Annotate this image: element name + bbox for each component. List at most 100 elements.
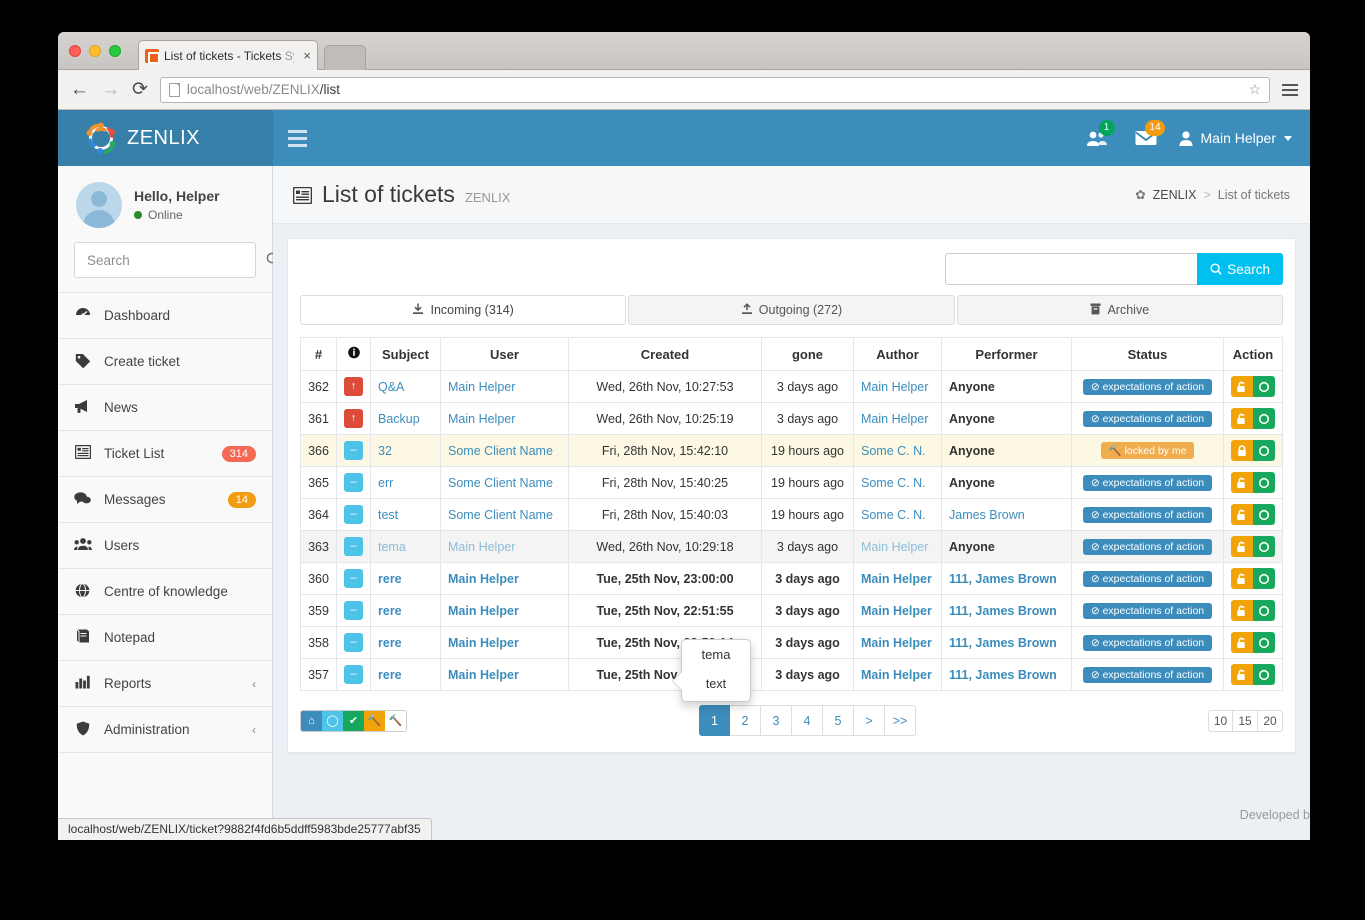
search-input[interactable] — [85, 251, 266, 269]
user-link[interactable]: Main Helper — [448, 412, 515, 426]
subject-cell[interactable]: rere — [370, 626, 441, 659]
sidebar-item-administration[interactable]: Administration ‹ — [58, 707, 272, 753]
action-cell[interactable] — [1223, 370, 1283, 403]
author-link[interactable]: Some C. N. — [861, 508, 926, 522]
page-button[interactable]: 5 — [823, 705, 854, 736]
author-cell[interactable]: Some C. N. — [853, 434, 942, 467]
performer-value[interactable]: 111, James Brown — [949, 572, 1057, 586]
sidebar-item-ticket-list[interactable]: Ticket List 314 — [58, 431, 272, 477]
unlock-icon[interactable] — [1231, 600, 1253, 621]
page-button[interactable]: 2 — [730, 705, 761, 736]
action-cell[interactable] — [1223, 594, 1283, 627]
author-cell[interactable]: Main Helper — [853, 370, 942, 403]
user-link[interactable]: Main Helper — [448, 604, 519, 618]
sidebar-item-users[interactable]: Users — [58, 523, 272, 569]
subject-cell[interactable]: rere — [370, 562, 441, 595]
performer-cell[interactable]: Anyone — [941, 466, 1072, 499]
unlock-icon[interactable] — [1231, 376, 1253, 397]
subject-cell[interactable]: 32 — [370, 434, 441, 467]
table-row[interactable]: 357– rere Main Helper Tue, 25th Nov, 22:49:… — [300, 658, 1283, 691]
unlock-icon[interactable] — [1231, 472, 1253, 493]
performer-value[interactable]: James Brown — [949, 508, 1025, 522]
user-cell[interactable]: Main Helper — [440, 626, 569, 659]
user-link[interactable]: Main Helper — [448, 636, 519, 650]
column-header[interactable]: Subject — [370, 337, 441, 371]
page-size-option[interactable]: 15 — [1233, 709, 1258, 732]
tab-archive[interactable]: Archive — [956, 295, 1283, 325]
column-header[interactable]: Author — [853, 337, 942, 371]
unlock-icon[interactable] — [1231, 664, 1253, 685]
subject-link[interactable]: rere — [378, 636, 402, 650]
new-tab-button[interactable] — [324, 45, 366, 70]
window-controls[interactable] — [69, 45, 121, 57]
circle-action-icon[interactable] — [1253, 472, 1275, 493]
author-cell[interactable]: Main Helper — [853, 402, 942, 435]
user-cell[interactable]: Some Client Name — [440, 434, 569, 467]
circle-action-icon[interactable] — [1253, 440, 1275, 461]
performer-value[interactable]: Anyone — [949, 444, 995, 458]
author-link[interactable]: Some C. N. — [861, 476, 926, 490]
browser-menu-icon[interactable] — [1282, 83, 1298, 96]
action-cell[interactable] — [1223, 530, 1283, 563]
unlock-icon[interactable] — [1231, 408, 1253, 429]
back-button[interactable]: ← — [70, 80, 89, 99]
user-cell[interactable]: Main Helper — [440, 594, 569, 627]
close-tab-icon[interactable]: × — [299, 48, 311, 63]
user-cell[interactable]: Some Client Name — [440, 466, 569, 499]
breadcrumb-home[interactable]: ZENLIX — [1153, 188, 1197, 202]
sidebar-item-messages[interactable]: Messages 14 — [58, 477, 272, 523]
subject-cell[interactable]: Backup — [370, 402, 441, 435]
unlock-icon[interactable] — [1231, 632, 1253, 653]
author-link[interactable]: Main Helper — [861, 540, 928, 554]
author-link[interactable]: Some C. N. — [861, 444, 926, 458]
column-header[interactable]: Action — [1223, 337, 1283, 371]
action-cell[interactable] — [1223, 466, 1283, 499]
column-header[interactable]: Status — [1071, 337, 1224, 371]
column-header[interactable]: Created — [568, 337, 762, 371]
close-window-button[interactable] — [69, 45, 81, 57]
user-cell[interactable]: Main Helper — [440, 402, 569, 435]
minimize-window-button[interactable] — [89, 45, 101, 57]
ticket-search-input[interactable] — [945, 253, 1198, 285]
table-row[interactable]: 358– rere Main Helper Tue, 25th Nov, 22:50:… — [300, 626, 1283, 659]
bookmark-star-icon[interactable]: ☆ — [1248, 81, 1261, 98]
sidebar-item-reports[interactable]: Reports ‹ — [58, 661, 272, 707]
performer-value[interactable]: 111, James Brown — [949, 604, 1057, 618]
legend-hammer-outline-icon[interactable]: 🔨 — [385, 710, 406, 731]
legend-home-icon[interactable]: ⌂ — [301, 710, 322, 731]
sidebar-search-box[interactable] — [74, 242, 280, 278]
tab-outgoing[interactable]: Outgoing (272) — [628, 295, 955, 325]
subject-cell[interactable]: err — [370, 466, 441, 499]
column-header[interactable]: Performer — [941, 337, 1072, 371]
reload-button[interactable]: ⟳ — [132, 80, 148, 99]
user-cell[interactable]: Main Helper — [440, 658, 569, 691]
sidebar-item-notepad[interactable]: Notepad — [58, 615, 272, 661]
performer-value[interactable]: 111, James Brown — [949, 636, 1057, 650]
user-link[interactable]: Some Client Name — [448, 476, 553, 490]
performer-cell[interactable]: Anyone — [941, 530, 1072, 563]
circle-action-icon[interactable] — [1253, 376, 1275, 397]
page-button[interactable]: 3 — [761, 705, 792, 736]
table-row[interactable]: 360– rere Main Helper Tue, 25th Nov, 23:00:… — [300, 562, 1283, 595]
table-row[interactable]: 366– 32 Some Client Name Fri, 28th Nov, 15:… — [300, 434, 1283, 467]
subject-link[interactable]: rere — [378, 572, 402, 586]
table-row[interactable]: 365– err Some Client Name Fri, 28th Nov, 15… — [300, 466, 1283, 499]
subject-link[interactable]: err — [378, 476, 393, 490]
sidebar-item-create-ticket[interactable]: Create ticket — [58, 339, 272, 385]
forward-button[interactable]: → — [101, 80, 120, 99]
action-cell[interactable] — [1223, 626, 1283, 659]
user-menu-button[interactable]: Main Helper — [1171, 130, 1292, 146]
maximize-window-button[interactable] — [109, 45, 121, 57]
user-cell[interactable]: Some Client Name — [440, 498, 569, 531]
performer-cell[interactable]: 111, James Brown — [941, 562, 1072, 595]
author-cell[interactable]: Main Helper — [853, 626, 942, 659]
subject-link[interactable]: Backup — [378, 412, 420, 426]
performer-cell[interactable]: Anyone — [941, 434, 1072, 467]
author-cell[interactable]: Some C. N. — [853, 498, 942, 531]
legend-hammer-icon[interactable]: 🔨 — [364, 710, 385, 731]
table-row[interactable]: 362 ↑ Q&A Main Helper Wed, 26th Nov, 10:27:5… — [300, 370, 1283, 403]
author-cell[interactable]: Some C. N. — [853, 466, 942, 499]
circle-action-icon[interactable] — [1253, 408, 1275, 429]
sidebar-item-centre-of-knowledge[interactable]: Centre of knowledge — [58, 569, 272, 615]
performer-cell[interactable]: 111, James Brown — [941, 658, 1072, 691]
